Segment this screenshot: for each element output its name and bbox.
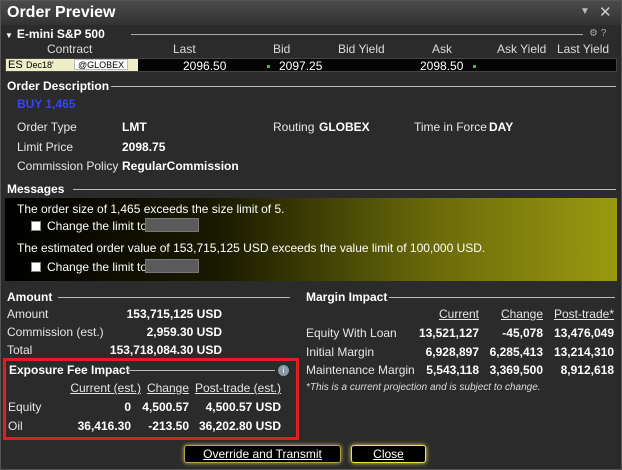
margin-row-post: 13,476,049 xyxy=(553,326,614,340)
order-type-value: LMT xyxy=(122,120,147,134)
exposure-row-change: 4,500.57 xyxy=(142,400,189,414)
expiry: Dec18' xyxy=(26,60,54,70)
exposure-row-current: 36,416.30 xyxy=(77,419,131,433)
collapse-triangle-icon[interactable]: ▼ xyxy=(5,31,13,40)
window-title: Order Preview xyxy=(7,4,116,21)
wrench-icon[interactable]: ⚙ ? xyxy=(589,28,606,39)
commission-value: 2,959.30 USD xyxy=(146,325,222,339)
column-header-contract: Contract xyxy=(47,42,93,56)
change-value-limit-label: Change the limit to xyxy=(47,260,148,274)
limit-price-value: 2098.75 xyxy=(122,140,166,154)
margin-row-change: 6,285,413 xyxy=(489,345,543,359)
info-icon[interactable]: i xyxy=(278,365,289,376)
commission-policy-value: RegularCommission xyxy=(122,159,239,173)
value-limit-input[interactable] xyxy=(145,259,199,273)
close-button-label: Close xyxy=(373,447,404,461)
tick-dot-icon xyxy=(267,65,270,68)
dropdown-arrow-icon[interactable]: ▼ xyxy=(580,6,590,17)
commission-policy-label: Commission Policy xyxy=(17,159,119,173)
order-action: BUY 1,465 xyxy=(17,97,76,111)
margin-row-change: 3,369,500 xyxy=(489,363,543,377)
total-value: 153,718,084.30 USD xyxy=(109,343,222,357)
override-button-label: Override and Transmit xyxy=(203,447,322,461)
routing-label: Routing xyxy=(273,120,315,134)
column-header-last-yield: Last Yield xyxy=(557,42,610,56)
column-header-ask-yield: Ask Yield xyxy=(497,42,547,56)
contract-data-row[interactable]: ES Dec18' @GLOBEX 2096.50 2097.25 2098.5… xyxy=(5,58,617,73)
exposure-row-post: 36,202.80 USD xyxy=(198,419,281,433)
divider xyxy=(111,86,616,87)
exposure-col-post-trade: Post-trade (est.) xyxy=(194,381,281,395)
order-type-label: Order Type xyxy=(17,120,77,134)
margin-row-current: 13,521,127 xyxy=(418,326,479,340)
total-label: Total xyxy=(7,343,33,357)
section-messages: Messages xyxy=(7,182,65,196)
close-icon[interactable]: ✕ xyxy=(599,3,612,21)
commission-label: Commission (est.) xyxy=(7,325,104,339)
margin-row-label: Maintenance Margin xyxy=(306,363,415,377)
column-header-bid-yield: Bid Yield xyxy=(338,42,385,56)
margin-row-current: 5,543,118 xyxy=(426,363,479,377)
margin-row-change: -45,078 xyxy=(502,326,543,340)
messages-panel: The order size of 1,465 exceeds the size… xyxy=(5,198,617,281)
change-value-limit-checkbox[interactable] xyxy=(31,262,41,272)
margin-row-label: Initial Margin xyxy=(306,345,375,359)
limit-price-label: Limit Price xyxy=(17,140,74,154)
size-limit-input[interactable] xyxy=(145,218,199,232)
margin-row-label: Equity With Loan xyxy=(306,326,397,340)
amount-value: 153,715,125 USD xyxy=(126,307,222,321)
column-header-bid: Bid xyxy=(273,42,291,56)
close-button[interactable]: Close xyxy=(351,445,426,463)
margin-row-post: 13,214,310 xyxy=(553,345,614,359)
amount-label: Amount xyxy=(7,307,49,321)
title-bar[interactable]: Order Preview ▼ ✕ xyxy=(1,1,621,25)
contract-title-text: E-mini S&P 500 xyxy=(16,27,105,41)
contract-cell[interactable]: ES Dec18' @GLOBEX xyxy=(6,59,138,71)
divider xyxy=(129,370,275,371)
margin-col-post-trade: Post-trade* xyxy=(553,307,614,321)
tif-label: Time in Force xyxy=(414,120,487,134)
last-price: 2096.50 xyxy=(183,59,227,73)
message-value-limit: The estimated order value of 153,715,125… xyxy=(17,241,486,255)
order-preview-window: Order Preview ▼ ✕ ▼ E-mini S&P 500 ⚙ ? Co… xyxy=(0,0,622,470)
margin-row-post: 8,912,618 xyxy=(560,363,614,377)
exposure-row-post: 4,500.57 USD xyxy=(205,400,281,414)
message-size-limit: The order size of 1,465 exceeds the size… xyxy=(17,202,285,216)
exposure-col-current: Current (est.) xyxy=(70,381,141,395)
section-exposure-fee-impact: Exposure Fee Impact xyxy=(9,363,130,377)
margin-row-current: 6,928,897 xyxy=(425,345,479,359)
divider xyxy=(389,297,615,298)
section-margin-impact: Margin Impact xyxy=(306,290,388,304)
exposure-row-label: Equity xyxy=(8,400,42,414)
section-amount: Amount xyxy=(7,290,53,304)
exposure-col-change: Change xyxy=(146,381,189,395)
margin-col-change: Change xyxy=(500,307,543,321)
override-and-transmit-button[interactable]: Override and Transmit xyxy=(184,445,341,463)
tif-value: DAY xyxy=(489,120,514,134)
margin-col-current: Current xyxy=(438,307,479,321)
section-order-description: Order Description xyxy=(7,79,110,93)
contract-title[interactable]: ▼ E-mini S&P 500 xyxy=(5,27,105,41)
column-header-ask: Ask xyxy=(432,42,453,56)
symbol: ES xyxy=(8,59,23,71)
exposure-row-label: Oil xyxy=(8,419,23,433)
change-size-limit-checkbox[interactable] xyxy=(31,221,41,231)
change-size-limit-label: Change the limit to xyxy=(47,219,148,233)
routing-value: GLOBEX xyxy=(319,120,370,134)
bid-price: 2097.25 xyxy=(279,59,323,73)
margin-footnote: *This is a current projection and is sub… xyxy=(306,382,541,393)
column-header-last: Last xyxy=(173,42,196,56)
divider xyxy=(73,189,616,190)
divider xyxy=(131,34,583,35)
exposure-row-current: 0 xyxy=(124,400,131,414)
divider xyxy=(58,297,290,298)
tick-dot-icon xyxy=(473,65,476,68)
exchange: @GLOBEX xyxy=(74,59,129,70)
ask-price: 2098.50 xyxy=(420,59,464,73)
exposure-row-change: -213.50 xyxy=(148,419,189,433)
